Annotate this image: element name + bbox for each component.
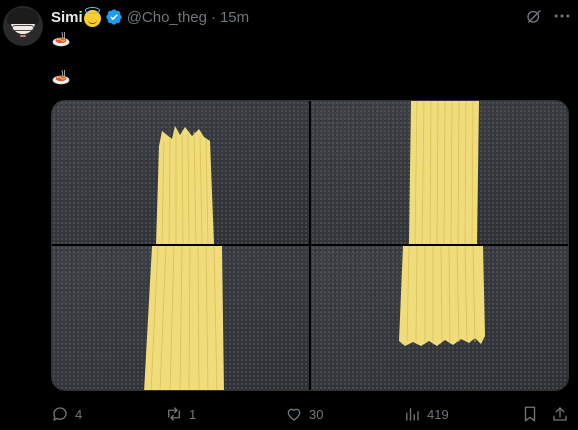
grok-icon[interactable]: [525, 7, 543, 25]
avatar-hair: [7, 8, 39, 24]
share-button[interactable]: [551, 404, 569, 424]
spaghetti-strands: [156, 126, 214, 244]
share-icon: [553, 407, 567, 421]
post-time[interactable]: 15m: [220, 9, 249, 26]
reply-count: 4: [75, 406, 83, 422]
media-image-4[interactable]: [311, 246, 568, 390]
spaghetti-photo: [399, 246, 485, 346]
post-header: Simi @Cho_theg · 15m: [51, 6, 249, 27]
reply-button[interactable]: 4: [51, 404, 82, 424]
user-handle[interactable]: @Cho_theg: [127, 9, 207, 26]
spaghetti-photo: [409, 101, 479, 244]
smiling-face-with-halo-icon: [83, 6, 101, 27]
action-bar: 4 1 30 419: [51, 404, 571, 424]
bookmark-icon: [524, 406, 536, 422]
avatar-glasses: [12, 25, 34, 31]
repost-count: 1: [189, 406, 197, 422]
heart-icon: [287, 408, 301, 421]
like-count: 30: [309, 406, 324, 422]
spaghetti-emoji-icon: [52, 31, 70, 47]
view-count: 419: [427, 406, 449, 422]
media-grid: [51, 100, 569, 391]
separator-dot: ·: [210, 8, 216, 26]
repost-button[interactable]: 1: [165, 404, 196, 424]
like-button[interactable]: 30: [285, 404, 323, 424]
reply-icon: [53, 407, 67, 421]
views-button[interactable]: 419: [403, 404, 449, 424]
display-name[interactable]: Simi: [51, 9, 83, 26]
repost-icon: [168, 407, 180, 421]
avatar[interactable]: [3, 6, 43, 46]
media-image-1[interactable]: [52, 101, 309, 244]
bookmark-button[interactable]: [521, 404, 539, 424]
spaghetti-photo: [144, 246, 224, 390]
spaghetti-photo: [156, 126, 214, 244]
media-image-3[interactable]: [52, 246, 309, 390]
views-chart-icon: [406, 408, 419, 421]
spaghetti-emoji-icon: [52, 69, 70, 85]
media-image-2[interactable]: [311, 101, 568, 244]
verified-badge-icon[interactable]: [105, 8, 123, 26]
avatar-mouth: [20, 35, 26, 37]
more-options-icon[interactable]: [552, 6, 572, 26]
